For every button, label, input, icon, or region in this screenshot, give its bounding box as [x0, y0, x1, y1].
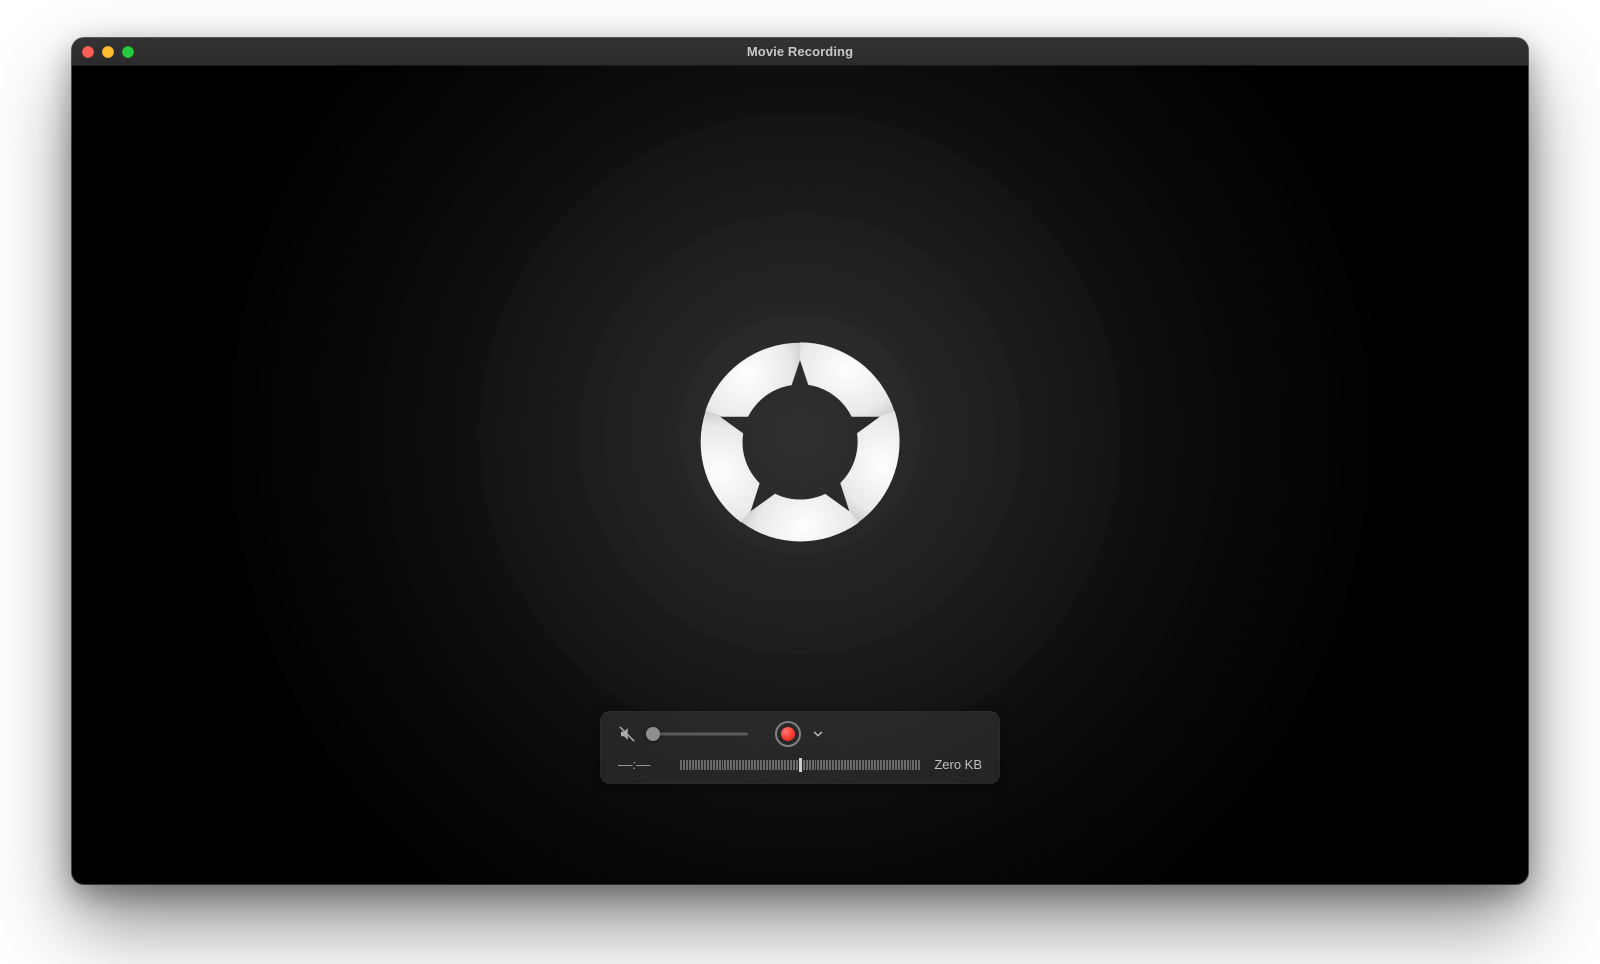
record-icon	[781, 727, 795, 741]
recording-controls-panel: ––:–– Zero KB	[600, 711, 1000, 784]
window-close-button[interactable]	[82, 46, 94, 58]
camera-placeholder-icon	[695, 337, 905, 547]
window-zoom-button[interactable]	[122, 46, 134, 58]
window-minimize-button[interactable]	[102, 46, 114, 58]
app-window: Movie Recording	[72, 38, 1528, 884]
audio-level-meter	[680, 758, 920, 772]
volume-slider-thumb[interactable]	[646, 727, 660, 741]
titlebar[interactable]: Movie Recording	[72, 38, 1528, 66]
traffic-lights	[82, 46, 134, 58]
file-size: Zero KB	[934, 757, 982, 772]
recording-options-dropdown[interactable]	[811, 727, 825, 741]
window-title: Movie Recording	[747, 44, 853, 59]
elapsed-time: ––:––	[618, 757, 666, 772]
video-preview-area: ––:–– Zero KB	[72, 66, 1528, 884]
record-button[interactable]	[775, 721, 801, 747]
volume-muted-icon	[618, 725, 636, 743]
volume-slider[interactable]	[648, 727, 748, 741]
volume-slider-track	[648, 733, 748, 736]
